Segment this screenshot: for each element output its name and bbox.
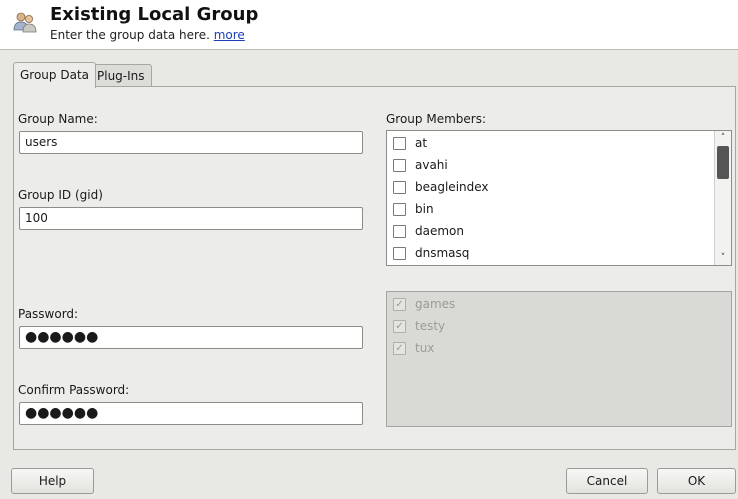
checkbox[interactable] [393,203,406,216]
group-id-field[interactable]: 100 [19,207,363,230]
fixed-members-list: ✓ games ✓ testy ✓ tux [386,291,732,427]
tab-group-data[interactable]: Group Data [13,62,96,88]
list-item[interactable]: bin [391,198,711,220]
scrollbar-thumb[interactable] [717,146,729,179]
member-label: avahi [415,158,448,172]
member-label: games [415,297,456,311]
checkbox[interactable] [393,247,406,260]
password-field[interactable]: ●●●●●● [19,326,363,349]
list-item[interactable]: dnsmasq [391,242,711,264]
list-item[interactable]: beagleindex [391,176,711,198]
password-label: Password: [18,307,79,321]
list-item: ✓ testy [391,315,691,337]
list-item: ✓ games [391,293,691,315]
dialog-header: Existing Local Group Enter the group dat… [0,0,738,50]
group-id-label: Group ID (gid) [18,188,103,202]
member-label: at [415,136,428,150]
chevron-down-icon[interactable]: ˅ [715,251,731,265]
member-label: tux [415,341,435,355]
checkbox[interactable] [393,159,406,172]
list-item[interactable]: avahi [391,154,711,176]
users-group-icon [13,12,37,33]
list-item[interactable]: at [391,132,711,154]
page-title: Existing Local Group [50,4,259,25]
list-item: ✓ tux [391,337,691,359]
member-label: bin [415,202,434,216]
checkbox[interactable] [393,181,406,194]
checkbox[interactable] [393,137,406,150]
tab-plug-ins[interactable]: Plug-Ins [90,64,152,87]
checkbox-disabled: ✓ [393,320,406,333]
group-name-label: Group Name: [18,112,98,126]
confirm-password-label: Confirm Password: [18,383,130,397]
chevron-up-icon[interactable]: ˄ [715,131,731,145]
group-members-label: Group Members: [386,112,487,126]
cancel-button[interactable]: Cancel [566,468,648,494]
list-item[interactable]: daemon [391,220,711,242]
member-label: testy [415,319,446,333]
checkbox-disabled: ✓ [393,298,406,311]
group-name-field[interactable]: users [19,131,363,154]
members-scrollbar[interactable]: ˄ ˅ [714,131,731,265]
checkbox[interactable] [393,225,406,238]
group-members-list[interactable]: at avahi beagleindex bin daemon dnsmasq … [386,130,732,266]
help-button[interactable]: Help [11,468,94,494]
page-subtitle: Enter the group data here. more [50,28,245,42]
confirm-password-field[interactable]: ●●●●●● [19,402,363,425]
member-label: beagleindex [415,180,489,194]
ok-button[interactable]: OK [657,468,736,494]
more-link[interactable]: more [214,28,245,42]
subtitle-text: Enter the group data here. [50,28,210,42]
member-label: daemon [415,224,464,238]
checkbox-disabled: ✓ [393,342,406,355]
member-label: dnsmasq [415,246,470,260]
